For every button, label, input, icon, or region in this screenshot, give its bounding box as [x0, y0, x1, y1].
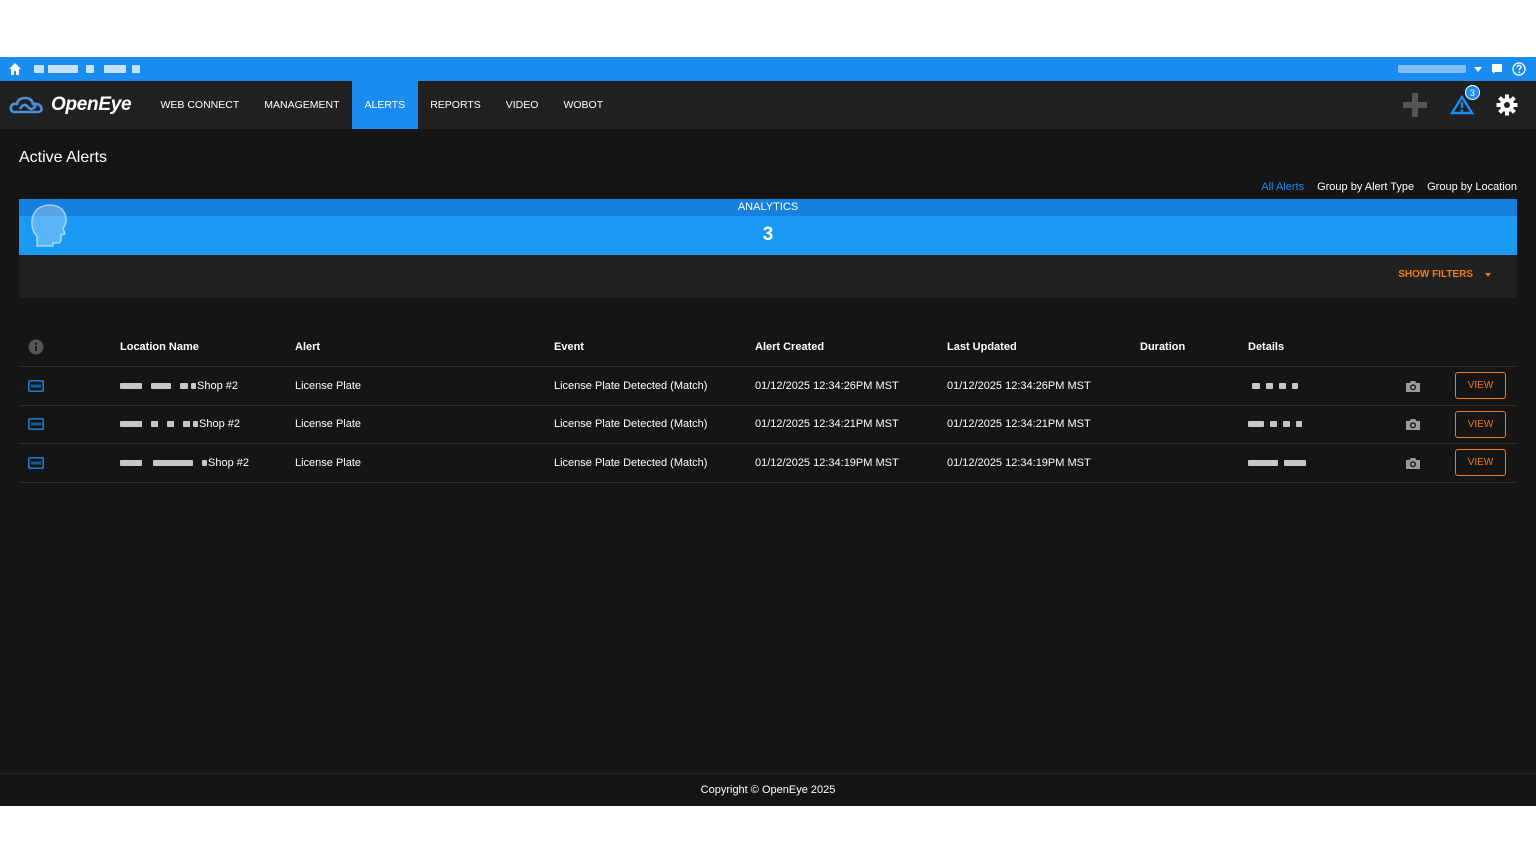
- chevron-down-icon[interactable]: [1474, 66, 1482, 72]
- show-filters-label: SHOW FILTERS: [1398, 269, 1473, 280]
- gear-icon[interactable]: [1496, 94, 1518, 116]
- analytics-head-icon: [31, 204, 67, 247]
- header-duration[interactable]: Duration: [1140, 327, 1185, 366]
- user-menu-redacted[interactable]: [1398, 65, 1466, 73]
- table-row[interactable]: Shop #2 License Plate License Plate Dete…: [19, 444, 1517, 483]
- location-name: Shop #2: [120, 406, 240, 444]
- main-nav: OpenEye WEB CONNECT MANAGEMENT ALERTS RE…: [0, 81, 1536, 129]
- location-name: Shop #2: [120, 444, 249, 482]
- brand-name: OpenEye: [51, 94, 132, 115]
- home-icon[interactable]: [8, 62, 22, 76]
- link-all-alerts[interactable]: All Alerts: [1261, 181, 1304, 193]
- show-filters-toggle[interactable]: SHOW FILTERS: [1398, 269, 1491, 280]
- plus-icon[interactable]: [1402, 92, 1428, 118]
- nav-web-connect[interactable]: WEB CONNECT: [148, 81, 252, 129]
- last-updated: 01/12/2025 12:34:26PM MST: [947, 379, 1091, 392]
- info-column-header: [28, 327, 44, 366]
- brand-logo[interactable]: OpenEye: [0, 81, 148, 129]
- group-by-links: All Alerts Group by Alert Type Group by …: [1261, 181, 1517, 193]
- view-button[interactable]: VIEW: [1455, 372, 1506, 400]
- header-location-name[interactable]: Location Name: [120, 327, 199, 366]
- link-group-by-alert-type[interactable]: Group by Alert Type: [1317, 181, 1414, 193]
- location-name: Shop #2: [120, 367, 238, 405]
- breadcrumb-redacted[interactable]: [30, 65, 140, 73]
- details-redacted: [1248, 367, 1304, 405]
- alert-type: License Plate: [295, 456, 362, 469]
- app-window: OpenEye WEB CONNECT MANAGEMENT ALERTS RE…: [0, 57, 1536, 806]
- flag-icon[interactable]: [1490, 62, 1504, 76]
- details-redacted: [1248, 444, 1312, 482]
- view-button[interactable]: VIEW: [1455, 449, 1506, 477]
- license-plate-icon: [28, 418, 44, 431]
- alerts-button[interactable]: 3: [1449, 85, 1480, 117]
- header-alert-created[interactable]: Alert Created: [755, 327, 824, 366]
- event-text: License Plate Detected (Match): [554, 379, 708, 392]
- help-icon[interactable]: [1512, 62, 1526, 76]
- nav-management[interactable]: MANAGEMENT: [252, 81, 352, 129]
- nav-video[interactable]: VIDEO: [493, 81, 551, 129]
- analytics-count: 3: [762, 224, 774, 245]
- link-group-by-location[interactable]: Group by Location: [1427, 181, 1517, 193]
- header-details: Details: [1248, 340, 1285, 353]
- alert-type: License Plate: [295, 418, 362, 431]
- alert-created: 01/12/2025 12:34:26PM MST: [755, 379, 899, 392]
- page-title: Active Alerts: [19, 149, 108, 166]
- info-icon: [28, 339, 44, 354]
- table-row[interactable]: Shop #2 License Plate License Plate Dete…: [19, 406, 1517, 444]
- analytics-summary-card[interactable]: ANALYTICS 3: [19, 199, 1517, 255]
- camera-icon[interactable]: [1405, 379, 1421, 393]
- alert-type: License Plate: [295, 379, 362, 392]
- filter-bar: SHOW FILTERS: [19, 255, 1517, 298]
- header-alert[interactable]: Alert: [295, 327, 320, 366]
- openeye-logo-icon: [9, 96, 43, 114]
- top-utility-bar: [0, 57, 1536, 81]
- details-redacted: [1248, 406, 1308, 444]
- table-row[interactable]: Shop #2 License Plate License Plate Dete…: [19, 367, 1517, 406]
- header-last-updated[interactable]: Last Updated: [947, 327, 1017, 366]
- analytics-label: ANALYTICS: [19, 199, 1517, 216]
- license-plate-icon: [28, 379, 44, 392]
- event-text: License Plate Detected (Match): [554, 456, 708, 469]
- nav-reports[interactable]: REPORTS: [418, 81, 494, 129]
- last-updated: 01/12/2025 12:34:19PM MST: [947, 456, 1091, 469]
- alert-count-badge: 3: [1465, 85, 1480, 100]
- view-button[interactable]: VIEW: [1455, 410, 1506, 438]
- camera-icon[interactable]: [1405, 456, 1421, 470]
- footer-copyright: Copyright © OpenEye 2025: [0, 773, 1536, 806]
- nav-wobot[interactable]: WOBOT: [551, 81, 616, 129]
- last-updated: 01/12/2025 12:34:21PM MST: [947, 418, 1091, 431]
- alerts-table: Location Name Alert Event Alert Created …: [19, 327, 1517, 483]
- camera-icon[interactable]: [1405, 417, 1421, 431]
- nav-alerts[interactable]: ALERTS: [352, 81, 418, 129]
- header-event[interactable]: Event: [554, 327, 584, 366]
- alert-created: 01/12/2025 12:34:19PM MST: [755, 456, 899, 469]
- license-plate-icon: [28, 456, 44, 469]
- alert-created: 01/12/2025 12:34:21PM MST: [755, 418, 899, 431]
- chevron-down-icon: [1485, 272, 1491, 277]
- event-text: License Plate Detected (Match): [554, 418, 708, 431]
- table-header-row: Location Name Alert Event Alert Created …: [19, 327, 1517, 367]
